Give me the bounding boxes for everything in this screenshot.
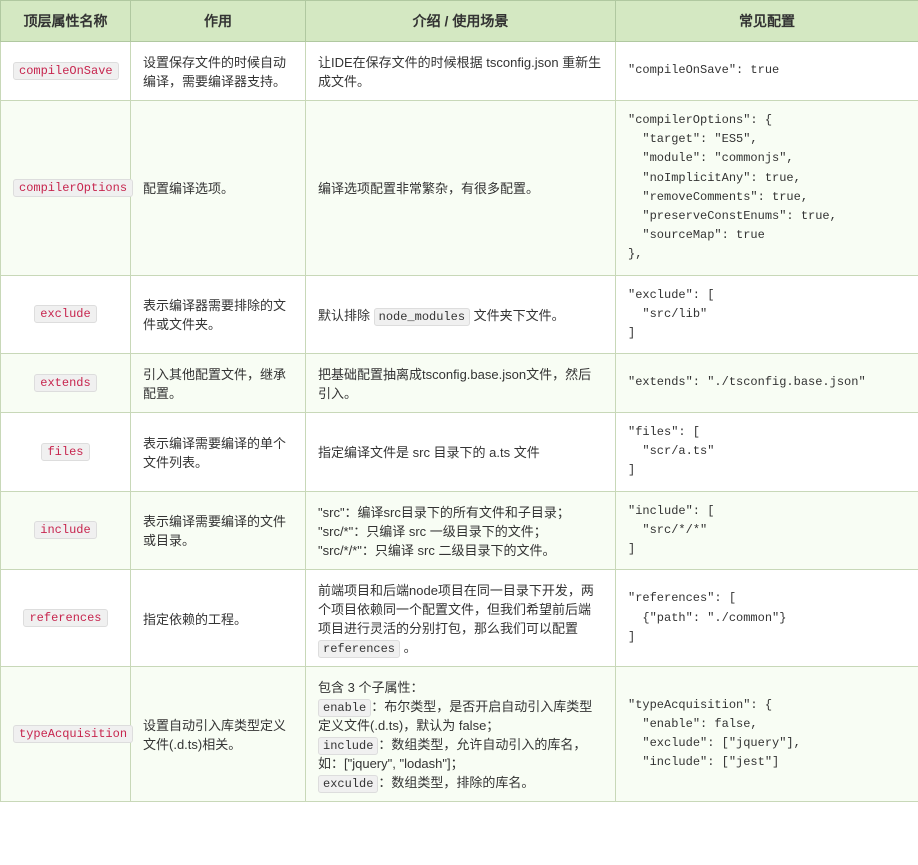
property-config: "compilerOptions": { "target": "ES5", "m… [616,101,918,276]
property-name: compileOnSave [13,62,119,80]
property-name-cell: compilerOptions [1,101,131,276]
intro-item: exculde：数组类型，排除的库名。 [318,772,603,791]
property-name-cell: compileOnSave [1,42,131,101]
config-code-block: "include": [ "src/*/*" ] [628,502,906,560]
table-row: exclude 表示编译器需要排除的文件或文件夹。默认排除 node_module… [1,275,918,354]
property-intro: 编译选项配置非常繁杂，有很多配置。 [306,101,616,276]
intro-line: "src"：编译src目录下的所有文件和子目录； [318,502,603,521]
property-intro: 前端项目和后端node项目在同一目录下开发，两个项目依赖同一个配置文件，但我们希… [306,570,616,667]
config-code-block: "compileOnSave": true [628,61,906,80]
config-code-block: "exclude": [ "src/lib" ] [628,286,906,344]
property-config: "extends": "./tsconfig.base.json" [616,354,918,413]
header-col3: 介绍 / 使用场景 [306,1,616,42]
property-name: extends [34,374,96,392]
config-code-block: "extends": "./tsconfig.base.json" [628,373,906,392]
property-config: "files": [ "scr/a.ts" ] [616,413,918,492]
config-code-block: "compilerOptions": { "target": "ES5", "m… [628,111,906,265]
property-config: "references": [ {"path": "./common"} ] [616,570,918,667]
property-name: files [41,443,89,461]
property-desc: 表示编译器需要排除的文件或文件夹。 [131,275,306,354]
property-intro: 让IDE在保存文件的时候根据 tsconfig.json 重新生成文件。 [306,42,616,101]
table-row: files 表示编译需要编译的单个文件列表。指定编译文件是 src 目录下的 a.… [1,413,918,492]
intro-item: include：数组类型，允许自动引入的库名，如：["jquery", "lod… [318,734,603,772]
header-col1: 顶层属性名称 [1,1,131,42]
table-row: compileOnSave 设置保存文件的时候自动编译，需要编译器支持。让IDE在… [1,42,918,101]
header-col4: 常见配置 [616,1,918,42]
property-name-cell: typeAcquisition [1,667,131,802]
table-row: include表示编译需要编译的文件或目录。"src"：编译src目录下的所有文… [1,491,918,570]
property-intro: 把基础配置抽离成tsconfig.base.json文件，然后引入。 [306,354,616,413]
property-name-cell: files [1,413,131,492]
property-config: "exclude": [ "src/lib" ] [616,275,918,354]
property-name-cell: references [1,570,131,667]
property-name: references [23,609,107,627]
config-code-block: "references": [ {"path": "./common"} ] [628,589,906,647]
property-intro: "src"：编译src目录下的所有文件和子目录；"src/*"：只编译 src … [306,491,616,570]
property-desc: 引入其他配置文件，继承配置。 [131,354,306,413]
property-desc: 表示编译需要编译的文件或目录。 [131,491,306,570]
property-name: compilerOptions [13,179,133,197]
intro-line: "src/*/*"：只编译 src 二级目录下的文件。 [318,540,603,559]
property-desc: 设置自动引入库类型定义文件(.d.ts)相关。 [131,667,306,802]
property-name-cell: include [1,491,131,570]
property-name: include [34,521,96,539]
property-intro: 指定编译文件是 src 目录下的 a.ts 文件 [306,413,616,492]
property-config: "compileOnSave": true [616,42,918,101]
property-config: "typeAcquisition": { "enable": false, "e… [616,667,918,802]
table-row: references 指定依赖的工程。前端项目和后端node项目在同一目录下开发，… [1,570,918,667]
property-desc: 表示编译需要编译的单个文件列表。 [131,413,306,492]
table-row: extends 引入其他配置文件，继承配置。把基础配置抽离成tsconfig.ba… [1,354,918,413]
property-config: "include": [ "src/*/*" ] [616,491,918,570]
intro-item: enable：布尔类型，是否开启自动引入库类型定义文件(.d.ts)，默认为 f… [318,696,603,734]
property-desc: 配置编译选项。 [131,101,306,276]
table-row: compilerOptions配置编译选项。编译选项配置非常繁杂，有很多配置。"… [1,101,918,276]
property-desc: 设置保存文件的时候自动编译，需要编译器支持。 [131,42,306,101]
header-col2: 作用 [131,1,306,42]
property-name-cell: extends [1,354,131,413]
config-code-block: "files": [ "scr/a.ts" ] [628,423,906,481]
property-name: exclude [34,305,96,323]
property-name: typeAcquisition [13,725,133,743]
property-name-cell: exclude [1,275,131,354]
intro-line: "src/*"：只编译 src 一级目录下的文件； [318,521,603,540]
intro-header: 包含 3 个子属性： [318,677,603,696]
main-table: 顶层属性名称 作用 介绍 / 使用场景 常见配置 compileOnSave 设置… [0,0,918,802]
property-intro: 默认排除 node_modules 文件夹下文件。 [306,275,616,354]
property-intro: 包含 3 个子属性：enable：布尔类型，是否开启自动引入库类型定义文件(.d… [306,667,616,802]
table-row: typeAcquisition设置自动引入库类型定义文件(.d.ts)相关。包含… [1,667,918,802]
property-desc: 指定依赖的工程。 [131,570,306,667]
config-code-block: "typeAcquisition": { "enable": false, "e… [628,696,906,773]
